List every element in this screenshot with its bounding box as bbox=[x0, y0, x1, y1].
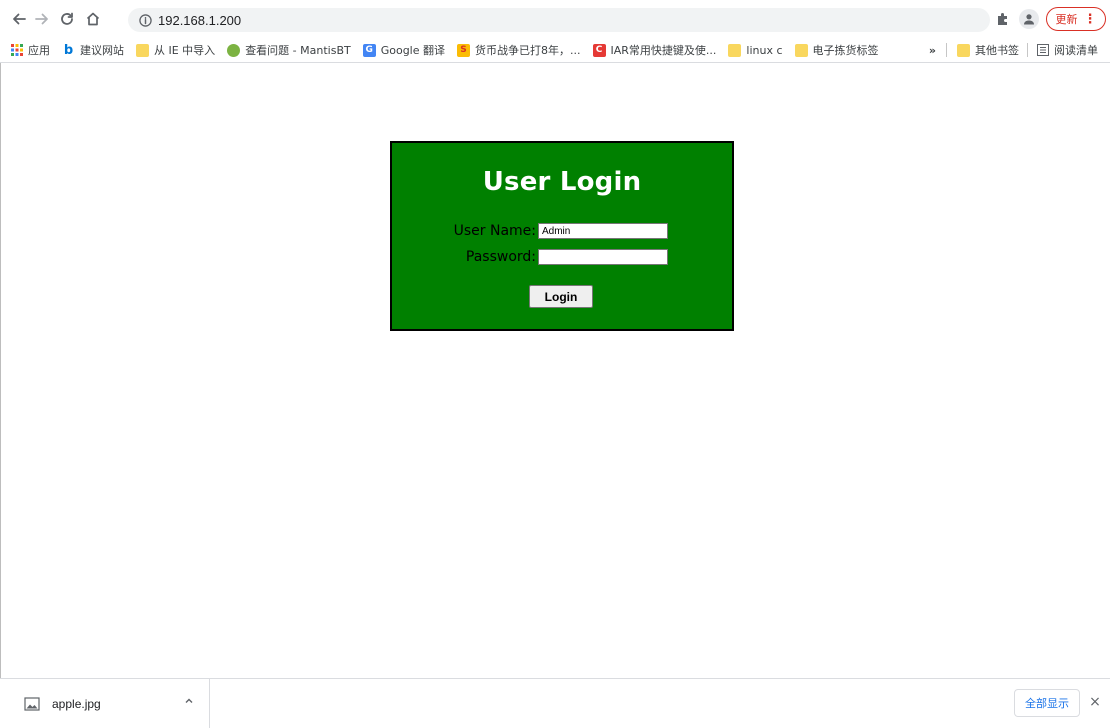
show-all-downloads-button[interactable]: 全部显示 bbox=[1014, 689, 1080, 717]
close-icon[interactable]: × bbox=[1086, 693, 1104, 711]
password-input[interactable] bbox=[538, 249, 668, 265]
apps-grid-icon bbox=[10, 44, 23, 57]
bookmark-suggested-sites[interactable]: b 建议网站 bbox=[56, 39, 130, 61]
globe-info-icon[interactable] bbox=[138, 13, 152, 27]
folder-icon bbox=[728, 43, 742, 57]
download-item[interactable]: apple.jpg bbox=[8, 679, 210, 728]
url-text: 192.168.1.200 bbox=[158, 12, 242, 28]
bookmark-label: 货币战争已打8年，... bbox=[475, 44, 581, 57]
google-translate-icon: G bbox=[362, 43, 376, 57]
download-bar: apple.jpg 全部显示 × bbox=[0, 678, 1110, 728]
bookmark-linux-c[interactable]: linux c bbox=[722, 39, 788, 61]
bookmark-label: Google 翻译 bbox=[380, 44, 446, 57]
folder-icon bbox=[136, 43, 149, 57]
person-icon bbox=[1024, 14, 1034, 25]
bing-icon: b bbox=[63, 42, 74, 58]
update-label: 更新 bbox=[1055, 13, 1078, 26]
back-button[interactable] bbox=[8, 8, 30, 30]
login-form: User Login User Name: Password: Login bbox=[390, 141, 734, 331]
bookmarks-overflow-button[interactable]: » bbox=[923, 39, 942, 61]
bookmark-label: 应用 bbox=[28, 44, 50, 57]
username-label: User Name: bbox=[453, 223, 536, 239]
three-dots-icon: ⋮ bbox=[1083, 11, 1097, 27]
username-input[interactable] bbox=[538, 223, 668, 239]
home-icon bbox=[86, 12, 100, 26]
bookmark-google-translate[interactable]: G Google 翻译 bbox=[357, 39, 451, 61]
s-logo-icon: S bbox=[457, 43, 471, 57]
bookmark-import-ie[interactable]: 从 IE 中导入 bbox=[130, 39, 221, 61]
bookmark-mantisbt[interactable]: 查看问题 - MantisBT bbox=[221, 39, 357, 61]
reading-list-icon bbox=[1036, 44, 1049, 57]
folder-icon bbox=[794, 43, 808, 57]
download-file-name: apple.jpg bbox=[52, 696, 101, 711]
bookmark-label: IAR常用快捷键及使... bbox=[610, 44, 717, 57]
bookmark-currency-war[interactable]: S 货币战争已打8年，... bbox=[451, 39, 587, 61]
bookmark-label: 查看问题 - MantisBT bbox=[245, 44, 351, 57]
other-bookmarks-button[interactable]: 其他书签 bbox=[951, 39, 1025, 61]
password-label: Password: bbox=[465, 249, 536, 265]
bookmark-apps[interactable]: 应用 bbox=[0, 39, 56, 61]
bookmarks-bar: 应用 b 建议网站 从 IE 中导入 查看问题 - MantisBT G Goo… bbox=[0, 38, 1110, 62]
bookmark-label: 建议网站 bbox=[80, 44, 124, 57]
bookmarks-divider bbox=[1027, 43, 1028, 57]
browser-toolbar: 192.168.1.200 更新 ⋮ bbox=[0, 0, 1110, 38]
login-button[interactable]: Login bbox=[529, 285, 593, 308]
puzzle-icon bbox=[998, 13, 1007, 25]
bookmarks-divider bbox=[946, 43, 947, 57]
other-bookmarks-label: 其他书签 bbox=[975, 44, 1019, 57]
forward-arrow-icon bbox=[35, 13, 48, 25]
c-logo-icon: C bbox=[592, 43, 606, 57]
chevron-double-right-icon: » bbox=[928, 43, 936, 57]
address-bar[interactable]: 192.168.1.200 bbox=[128, 8, 990, 32]
back-arrow-icon bbox=[13, 13, 26, 25]
bookmarks-right: » 其他书签 阅读清单 bbox=[923, 38, 1104, 62]
mantis-icon bbox=[227, 43, 241, 57]
update-button[interactable]: 更新 ⋮ bbox=[1046, 7, 1106, 31]
reading-list-label: 阅读清单 bbox=[1054, 44, 1098, 57]
reading-list-button[interactable]: 阅读清单 bbox=[1030, 39, 1104, 61]
bookmark-iar-shortcuts[interactable]: C IAR常用快捷键及使... bbox=[587, 39, 723, 61]
bookmark-label: 从 IE 中导入 bbox=[154, 44, 216, 57]
bookmark-label: linux c bbox=[746, 43, 783, 57]
extensions-button[interactable] bbox=[994, 10, 1012, 28]
chevron-up-icon[interactable] bbox=[184, 696, 194, 709]
page-content: User Login User Name: Password: Login bbox=[0, 63, 1110, 678]
reload-icon bbox=[61, 12, 73, 25]
bookmark-label: 电子拣货标签 bbox=[812, 44, 879, 57]
login-title: User Login bbox=[482, 167, 642, 197]
reload-button[interactable] bbox=[56, 8, 78, 30]
bookmark-picking-labels[interactable]: 电子拣货标签 bbox=[789, 39, 885, 61]
home-button[interactable] bbox=[82, 8, 104, 30]
forward-button[interactable] bbox=[31, 8, 53, 30]
profile-button[interactable] bbox=[1019, 9, 1039, 29]
image-file-icon bbox=[24, 696, 40, 711]
folder-icon bbox=[957, 43, 970, 57]
password-row: Password: bbox=[392, 248, 732, 266]
username-row: User Name: bbox=[392, 222, 732, 240]
